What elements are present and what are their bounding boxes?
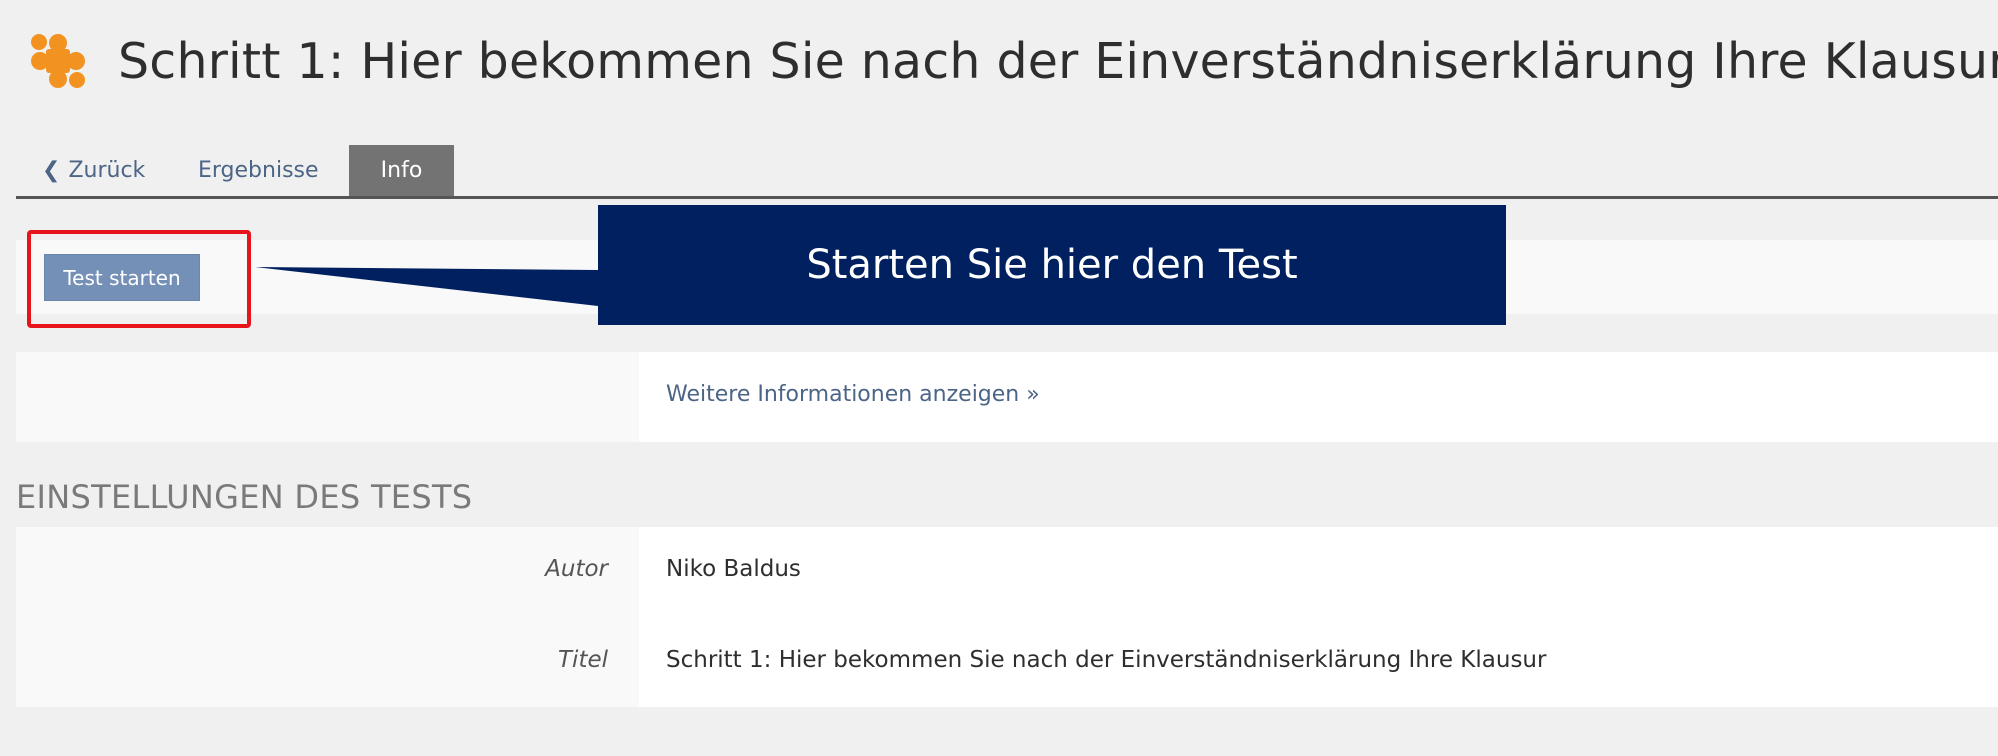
- setting-value-title: Schritt 1: Hier bekommen Sie nach der Ei…: [666, 647, 1547, 673]
- tab-back-label: Zurück: [68, 158, 146, 183]
- setting-label-author: Autor: [545, 556, 608, 582]
- tab-results[interactable]: Ergebnisse: [198, 145, 319, 196]
- page-header: Schritt 1: Hier bekommen Sie nach der Ei…: [26, 26, 1998, 96]
- setting-value-author: Niko Baldus: [666, 556, 801, 582]
- chevron-left-icon: ❮: [42, 158, 61, 183]
- puzzle-piece-icon: [31, 34, 85, 88]
- more-info-link[interactable]: Weitere Informationen anzeigen »: [666, 382, 1040, 407]
- ilias-test-page: Schritt 1: Hier bekommen Sie nach der Ei…: [0, 0, 1998, 756]
- tab-info[interactable]: Info: [349, 145, 454, 196]
- settings-table: [16, 527, 1998, 707]
- setting-label-title: Titel: [558, 647, 608, 673]
- settings-heading: EINSTELLUNGEN DES TESTS: [16, 478, 473, 516]
- settings-value-column: [639, 527, 1998, 707]
- callout-text: Starten Sie hier den Test: [806, 242, 1298, 288]
- page-title: Schritt 1: Hier bekommen Sie nach der Ei…: [118, 32, 1998, 90]
- tab-back[interactable]: ❮ Zurück: [42, 145, 145, 196]
- highlight-frame: [27, 230, 251, 328]
- tab-bar: ❮ Zurück Ergebnisse Info: [16, 145, 1998, 199]
